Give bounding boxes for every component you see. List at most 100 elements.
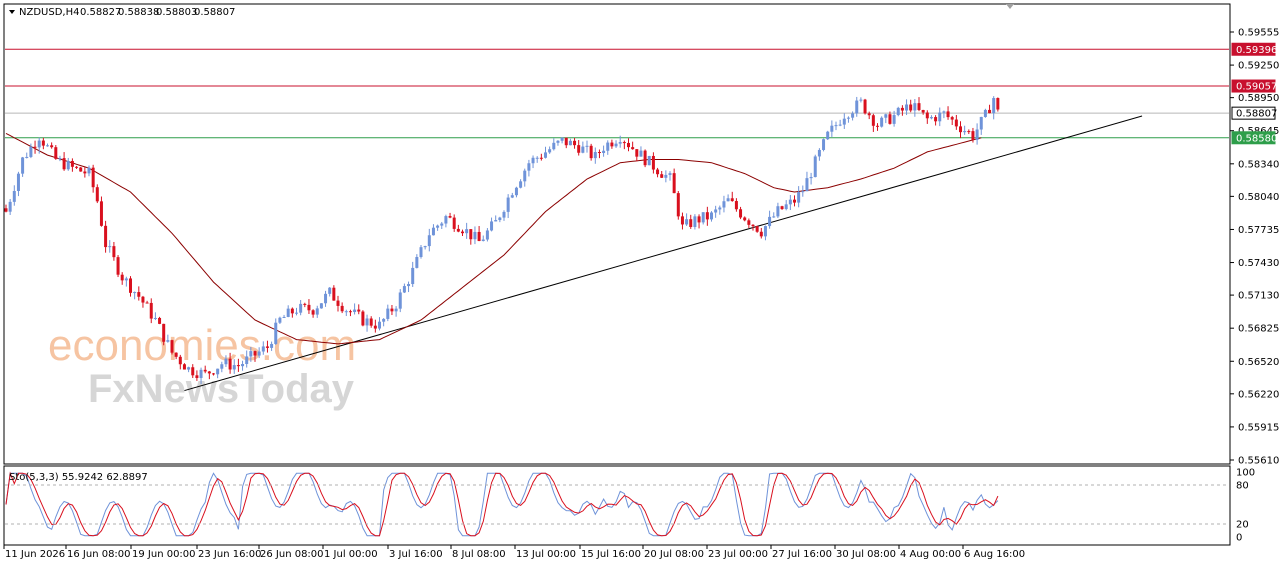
candle-body	[187, 367, 191, 370]
x-axis-label: 8 Jul 08:00	[452, 549, 506, 560]
candle-body	[523, 170, 527, 182]
candle-body	[925, 112, 929, 119]
chart-header-open: 0.58827	[80, 7, 121, 18]
x-axis-label: 13 Jul 00:00	[516, 549, 576, 560]
candle-body	[992, 98, 996, 114]
candle-body	[245, 356, 249, 364]
candle-body	[21, 157, 25, 174]
candle-body	[950, 117, 954, 120]
candle-body	[124, 278, 128, 281]
candle-body	[54, 147, 58, 159]
candle-body	[141, 296, 145, 303]
candle-body	[95, 187, 99, 202]
candle-body	[643, 150, 647, 166]
candle-body	[4, 208, 8, 212]
candle-body	[25, 156, 29, 158]
candle-body	[265, 346, 269, 348]
candle-body	[274, 322, 278, 344]
candle-body	[614, 143, 618, 147]
candle-body	[618, 142, 622, 144]
candle-body	[714, 209, 718, 213]
candle-body	[332, 287, 336, 301]
candle-body	[859, 99, 863, 101]
candle-body	[743, 217, 747, 221]
candle-body	[353, 309, 357, 313]
candle-body	[336, 300, 340, 306]
y-axis-label: 0.57130	[1238, 291, 1279, 302]
candle-body	[548, 149, 552, 153]
candle-body	[506, 197, 510, 212]
candle-body	[129, 278, 132, 293]
candle-body	[954, 119, 958, 127]
candle-body	[324, 293, 328, 304]
candle-body	[888, 114, 892, 124]
candle-body	[398, 292, 402, 309]
candle-body	[892, 115, 896, 124]
candle-body	[407, 284, 411, 287]
resistance-price-label: 0.59057	[1236, 82, 1277, 93]
candle-body	[718, 207, 722, 210]
price-chart[interactable]: economies.com FxNewsToday 0.59555 0.59250…	[0, 0, 1280, 567]
candle-body	[801, 191, 805, 193]
candle-body	[452, 217, 456, 229]
candle-body	[390, 308, 394, 312]
candle-body	[963, 131, 967, 133]
y-axis-label: 0.55915	[1238, 422, 1279, 433]
candle-body	[8, 201, 12, 212]
x-axis-label: 1 Jul 00:00	[324, 549, 378, 560]
candle-body	[502, 211, 506, 218]
candle-body	[946, 111, 950, 118]
y-axis-label: 0.58340	[1238, 159, 1279, 170]
candle-body	[751, 224, 755, 227]
candle-body	[988, 109, 992, 114]
candle-body	[303, 303, 307, 305]
candle-body	[66, 160, 70, 170]
candle-body	[436, 225, 440, 228]
candle-body	[290, 308, 294, 314]
candle-body	[461, 231, 464, 234]
candle-body	[174, 352, 178, 357]
candle-body	[133, 292, 137, 294]
candle-body	[585, 145, 589, 147]
candle-body	[672, 173, 676, 194]
candle-body	[822, 139, 826, 150]
candle-body	[311, 310, 315, 315]
candle-body	[568, 140, 572, 146]
candle-body	[465, 229, 469, 234]
candle-body	[896, 107, 900, 116]
chart-header-low: 0.58803	[156, 7, 197, 18]
x-axis-label: 26 Jun 08:00	[260, 549, 324, 560]
candle-body	[282, 316, 286, 318]
candle-body	[722, 201, 726, 208]
candle-body	[99, 201, 103, 226]
candle-body	[556, 140, 560, 143]
candle-body	[16, 173, 20, 192]
candle-body	[485, 230, 489, 240]
stochastic-pane[interactable]	[3, 465, 1231, 546]
candle-body	[220, 364, 224, 369]
x-axis-label: 3 Jul 16:00	[389, 549, 443, 560]
candle-body	[527, 163, 531, 171]
candle-body	[348, 311, 352, 313]
candle-body	[635, 149, 639, 157]
x-axis-label: 16 Jun 08:00	[67, 549, 131, 560]
candle-body	[365, 318, 369, 326]
x-axis-label: 20 Jul 08:00	[644, 549, 704, 560]
candle-body	[137, 292, 141, 297]
x-axis-label: 23 Jun 16:00	[198, 549, 262, 560]
candle-body	[668, 173, 672, 175]
candle-body	[664, 174, 668, 178]
candle-body	[726, 198, 730, 202]
candle-body	[116, 257, 120, 275]
candle-body	[573, 140, 577, 146]
candle-body	[212, 373, 215, 375]
candle-body	[241, 363, 245, 367]
candle-body	[216, 368, 220, 375]
candle-body	[199, 369, 203, 378]
candle-body	[867, 113, 871, 116]
candle-body	[842, 118, 846, 125]
candle-body	[270, 343, 274, 348]
candle-body	[295, 312, 298, 314]
x-axis-label: 11 Jun 2026	[5, 549, 65, 560]
candle-body	[386, 308, 390, 319]
